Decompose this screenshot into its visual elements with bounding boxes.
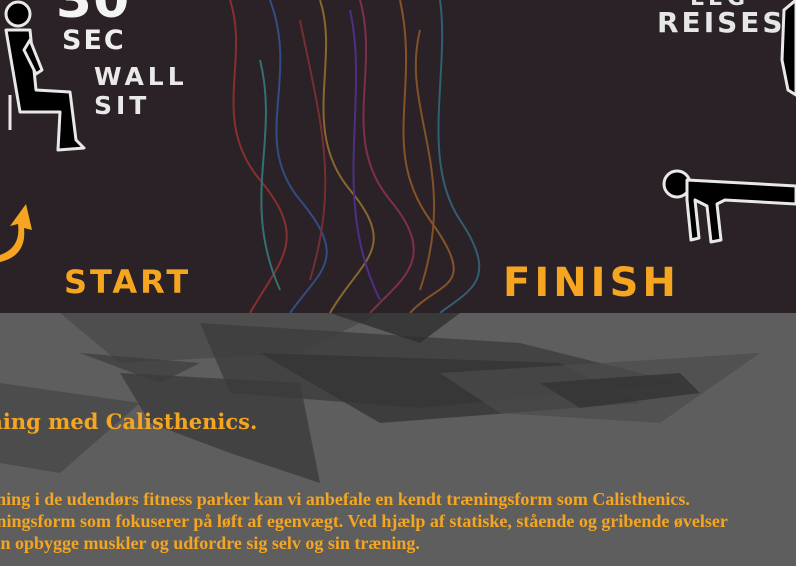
finish-label: FINISH <box>503 260 680 306</box>
pushup-figure-icon <box>662 169 796 244</box>
wall-sit-figure-icon <box>4 0 86 152</box>
calisthenics-section: Træning med Calisthenics. Til træning i … <box>0 313 796 566</box>
workout-banner-image: 30 SEC WALL SIT LEG REISES <box>0 0 796 313</box>
start-label: START <box>64 263 192 301</box>
arrow-icon <box>0 204 32 262</box>
page: 30 SEC WALL SIT LEG REISES <box>0 0 796 566</box>
leg-raise-figure-icon <box>780 0 796 97</box>
exercise-label-leg-reises: REISES <box>657 6 786 39</box>
paragraph-line: kan man opbygge muskler og udfordre sig … <box>0 533 420 553</box>
section-heading: Træning med Calisthenics. <box>0 409 258 434</box>
exercise-label-wall-sit: WALL SIT <box>94 62 188 120</box>
paragraph-line: Til træning i de udendørs fitness parker… <box>0 489 690 509</box>
paragraph-line: En træningsform som fokuserer på løft af… <box>0 511 728 531</box>
section-paragraph: Til træning i de udendørs fitness parker… <box>0 488 796 554</box>
